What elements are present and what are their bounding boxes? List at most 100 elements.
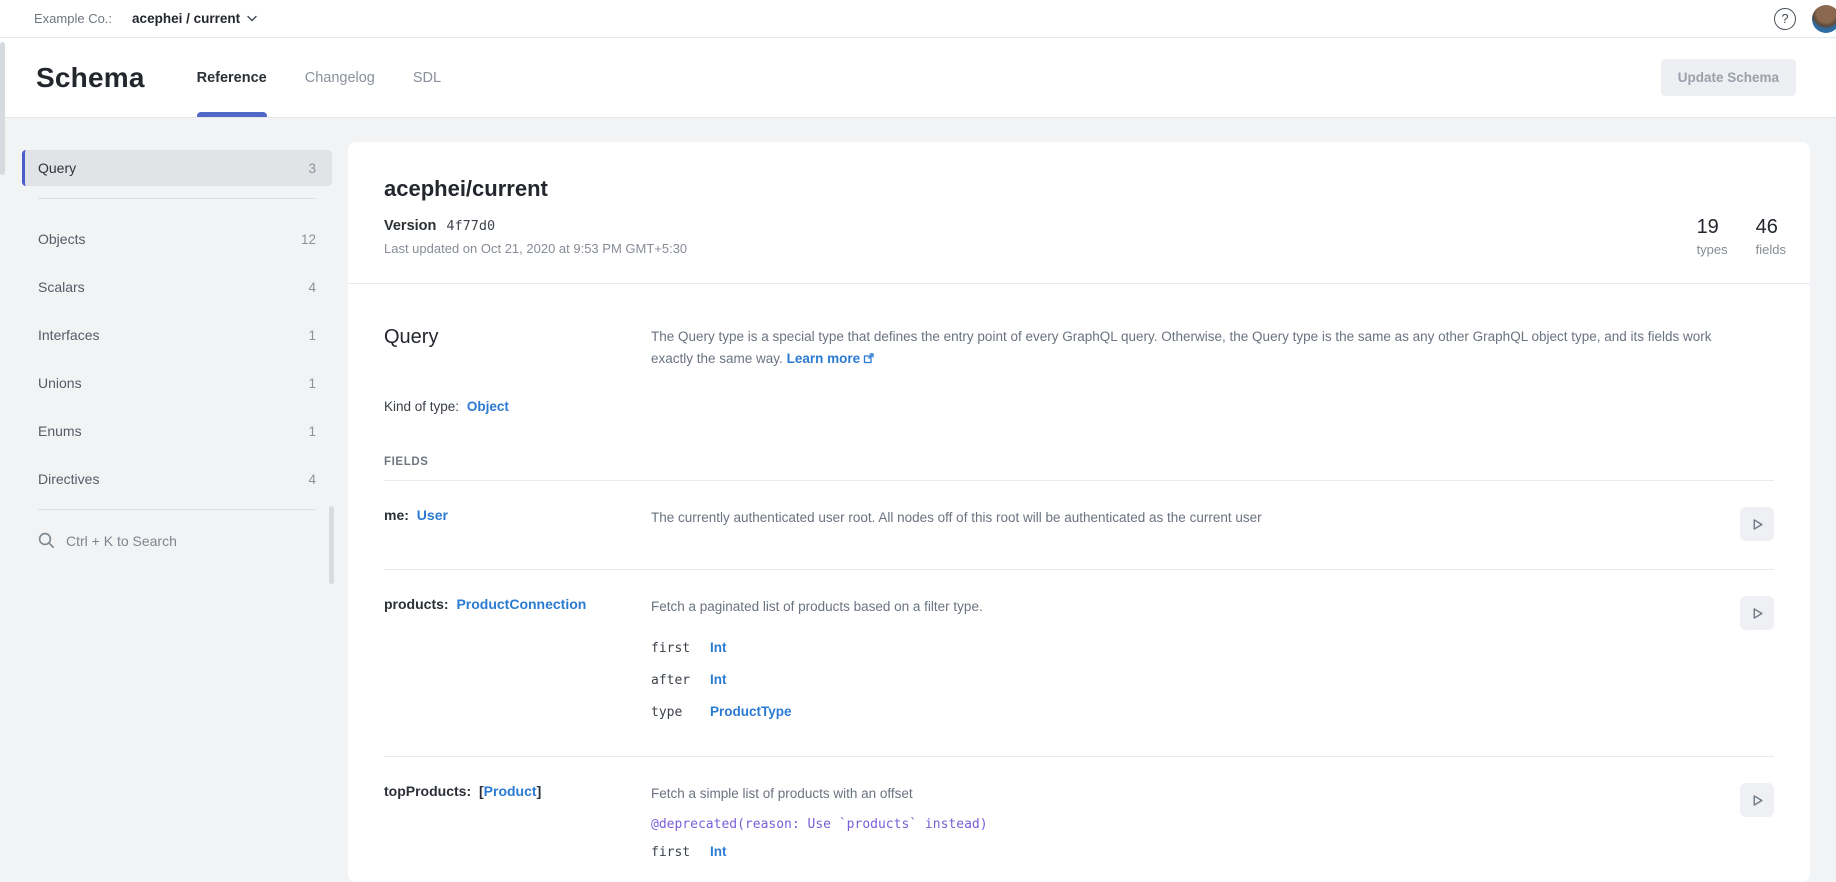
help-icon[interactable]: ?: [1774, 8, 1796, 30]
sidebar-item-count: 4: [308, 472, 316, 487]
field-name: me:: [384, 507, 409, 523]
arg-name: first: [651, 845, 710, 860]
field-name: topProducts:: [384, 783, 471, 799]
schema-sidebar: Query 3 Objects 12 Scalars 4 Interfaces …: [0, 118, 332, 882]
graph-selector-label: acephei / current: [132, 11, 240, 26]
sidebar-item-unions[interactable]: Unions 1: [22, 365, 332, 401]
field-args: first Int after Int type ProductType: [651, 632, 1726, 728]
page-scrollbar[interactable]: [0, 42, 5, 175]
field-row-products: products: ProductConnection Fetch a pagi…: [384, 570, 1774, 757]
arg-row: first Int: [651, 632, 1726, 664]
sidebar-item-label: Interfaces: [38, 327, 99, 343]
kind-value-link[interactable]: Object: [467, 399, 509, 414]
graph-header: acephei/current Version 4f77d0 Last upda…: [348, 142, 1810, 283]
learn-more-label: Learn more: [787, 351, 861, 366]
arg-name: type: [651, 705, 710, 720]
arg-name: after: [651, 673, 710, 688]
user-avatar[interactable]: [1812, 5, 1836, 33]
arg-row: first Int: [651, 836, 1726, 868]
field-name: products:: [384, 596, 449, 612]
kind-of-type-line: Kind of type: Object: [384, 399, 1774, 414]
field-type-link[interactable]: ProductConnection: [456, 596, 586, 612]
sidebar-item-scalars[interactable]: Scalars 4: [22, 269, 332, 305]
sidebar-item-enums[interactable]: Enums 1: [22, 413, 332, 449]
graph-selector[interactable]: acephei / current: [132, 11, 257, 26]
tab-sdl[interactable]: SDL: [413, 38, 441, 117]
arg-row: type ProductType: [651, 696, 1726, 728]
stat-fields-label: fields: [1756, 242, 1786, 257]
field-signature: products: ProductConnection: [384, 596, 651, 728]
arg-type-link[interactable]: Int: [710, 640, 727, 655]
sidebar-item-count: 3: [308, 161, 316, 176]
type-header-row: Query The Query type is a special type t…: [384, 326, 1774, 371]
sidebar-item-label: Query: [38, 160, 76, 176]
type-bracket-close: ]: [537, 783, 542, 799]
help-glyph: ?: [1781, 11, 1788, 26]
fields-section-label: FIELDS: [384, 456, 1774, 468]
search-icon: [38, 532, 55, 549]
play-icon: [1751, 607, 1764, 620]
field-description: Fetch a simple list of products with an …: [651, 783, 1726, 804]
last-updated: Last updated on Oct 21, 2020 at 9:53 PM …: [384, 241, 687, 256]
arg-row: after Int: [651, 664, 1726, 696]
stat-fields: 46 fields: [1756, 216, 1786, 257]
arg-type-link[interactable]: Int: [710, 672, 727, 687]
field-row-me: me: User The currently authenticated use…: [384, 481, 1774, 570]
sidebar-item-count: 12: [301, 232, 316, 247]
sidebar-item-count: 1: [308, 328, 316, 343]
schema-search[interactable]: Ctrl + K to Search: [22, 532, 332, 549]
stat-types-value: 19: [1697, 216, 1728, 239]
field-args: first Int: [651, 836, 1726, 868]
field-row-topproducts: topProducts: [Product] Fetch a simple li…: [384, 757, 1774, 882]
field-signature: me: User: [384, 507, 651, 541]
type-section-query: Query The Query type is a special type t…: [348, 284, 1810, 882]
page-header: Schema Reference Changelog SDL Update Sc…: [0, 38, 1836, 118]
update-schema-button[interactable]: Update Schema: [1661, 59, 1796, 96]
tab-changelog[interactable]: Changelog: [305, 38, 375, 117]
sidebar-item-label: Unions: [38, 375, 82, 391]
sidebar-item-objects[interactable]: Objects 12: [22, 221, 332, 257]
sidebar-item-label: Directives: [38, 471, 99, 487]
sidebar-item-interfaces[interactable]: Interfaces 1: [22, 317, 332, 353]
external-link-icon: [863, 349, 874, 371]
top-bar: Example Co.: acephei / current ?: [0, 0, 1836, 38]
stat-fields-value: 46: [1756, 216, 1786, 239]
sidebar-divider: [38, 509, 316, 510]
sidebar-item-count: 1: [308, 424, 316, 439]
content-area: Query 3 Objects 12 Scalars 4 Interfaces …: [0, 118, 1836, 882]
type-name: Query: [384, 326, 651, 371]
sidebar-item-label: Objects: [38, 231, 85, 247]
sidebar-item-count: 1: [308, 376, 316, 391]
kind-label: Kind of type:: [384, 399, 459, 414]
run-query-button[interactable]: [1740, 596, 1774, 630]
tab-reference[interactable]: Reference: [197, 38, 267, 117]
learn-more-link[interactable]: Learn more: [787, 351, 875, 366]
search-hint: Ctrl + K to Search: [66, 533, 177, 549]
field-details: Fetch a simple list of products with an …: [651, 783, 1726, 868]
arg-name: first: [651, 641, 710, 656]
sidebar-item-query[interactable]: Query 3: [22, 150, 332, 186]
stat-types-label: types: [1697, 242, 1728, 257]
sidebar-item-label: Enums: [38, 423, 82, 439]
arg-type-link[interactable]: Int: [710, 844, 727, 859]
field-type-link[interactable]: User: [417, 507, 448, 523]
field-details: Fetch a paginated list of products based…: [651, 596, 1726, 728]
sidebar-item-count: 4: [308, 280, 316, 295]
tab-bar: Reference Changelog SDL: [197, 38, 442, 117]
sidebar-scrollbar[interactable]: [329, 506, 334, 584]
version-label: Version: [384, 218, 436, 234]
stat-types: 19 types: [1697, 216, 1728, 257]
field-type-link[interactable]: Product: [484, 783, 537, 799]
sidebar-item-directives[interactable]: Directives 4: [22, 461, 332, 497]
type-description: The Query type is a special type that de…: [651, 326, 1774, 371]
version-hash: 4f77d0: [446, 218, 495, 234]
chevron-down-icon: [247, 15, 257, 22]
sidebar-divider: [38, 198, 316, 199]
schema-stats: 19 types 46 fields: [1697, 216, 1786, 257]
run-query-button[interactable]: [1740, 783, 1774, 817]
play-icon: [1751, 794, 1764, 807]
run-query-button[interactable]: [1740, 507, 1774, 541]
field-signature: topProducts: [Product]: [384, 783, 651, 868]
play-icon: [1751, 518, 1764, 531]
arg-type-link[interactable]: ProductType: [710, 704, 792, 719]
